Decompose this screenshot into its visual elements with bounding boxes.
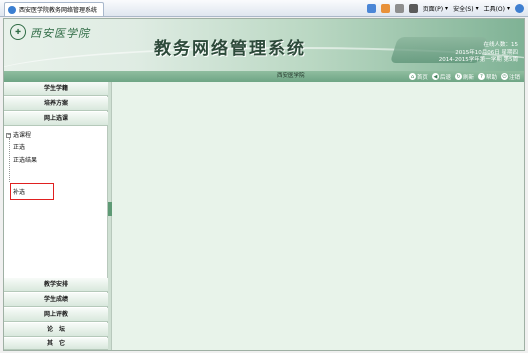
back-icon: ◀: [431, 73, 439, 80]
help-icon[interactable]: [515, 4, 524, 13]
browser-command-bar: 页面(P) ▾ 安全(S) ▾ 工具(O) ▾: [366, 2, 524, 15]
school-name: 西安医学院: [30, 27, 90, 40]
menu-student-grades[interactable]: 学生成绩: [4, 293, 108, 307]
menu-online-evaluation[interactable]: 网上评教: [4, 308, 108, 322]
menu-teaching-arrangement[interactable]: 教学安排: [4, 278, 108, 292]
quick-links: ⌂ 首页 ◀ 后退 ↻ 刷新 ? 帮助 ⏻ 注销: [408, 71, 520, 82]
logout-link[interactable]: ⏻ 注销: [500, 73, 520, 81]
app-window: ✚ 西安医学院 教务网络管理系统 在线人数：15 2015年10月06日 星期四…: [3, 18, 525, 351]
help-icon: ?: [477, 73, 485, 80]
mail-icon[interactable]: [394, 4, 404, 13]
tools-menu-button[interactable]: 工具(O) ▾: [484, 4, 510, 13]
home-link[interactable]: ⌂ 首页: [408, 73, 428, 81]
home-icon: ⌂: [408, 73, 416, 80]
tree-item-selection-results[interactable]: 正选结果: [13, 155, 37, 164]
current-date: 2015年10月06日 星期四: [455, 49, 518, 56]
menu-online-course-selection[interactable]: 网上选课: [4, 112, 108, 126]
menu-student-records[interactable]: 学生学籍: [4, 82, 108, 96]
browser-tab[interactable]: 西安医学院教务网络管理系统: [4, 2, 104, 16]
sidebar: 学生学籍 培养方案 网上选课 − 选课程 正选 正选结果 补选 教学安排 学生成绩…: [4, 82, 108, 350]
menu-other[interactable]: 其 它: [4, 338, 108, 350]
back-link[interactable]: ◀ 后退: [431, 73, 451, 81]
help-link[interactable]: ? 帮助: [477, 73, 497, 81]
browser-toolbar: 西安医学院教务网络管理系统 页面(P) ▾ 安全(S) ▾ 工具(O) ▾: [0, 0, 528, 17]
logout-icon: ⏻: [500, 73, 508, 80]
system-title: 教务网络管理系统: [154, 39, 306, 59]
feeds-icon[interactable]: [380, 4, 390, 13]
refresh-link[interactable]: ↻ 刷新: [454, 73, 474, 81]
online-count: 在线人数：15: [483, 42, 519, 48]
favicon-icon: [8, 5, 16, 14]
school-logo-icon: ✚: [10, 24, 26, 40]
safety-menu-button[interactable]: 安全(S) ▾: [453, 4, 479, 13]
tab-title: 西安医学院教务网络管理系统: [19, 7, 98, 14]
college-label: 西安医学院: [277, 73, 305, 79]
menu-training-plan[interactable]: 培养方案: [4, 97, 108, 111]
home-icon[interactable]: [366, 4, 376, 13]
app-header: ✚ 西安医学院 教务网络管理系统 在线人数：15 2015年10月06日 星期四…: [4, 19, 524, 82]
menu-forum[interactable]: 论 坛: [4, 323, 108, 337]
tree-connector: [9, 138, 10, 182]
main-content: [112, 82, 524, 350]
tree-item-primary-selection[interactable]: 正选: [13, 142, 25, 151]
print-icon[interactable]: [408, 4, 418, 13]
page-menu-button[interactable]: 页面(P) ▾: [423, 4, 448, 13]
refresh-icon: ↻: [454, 73, 462, 80]
session-info: 在线人数：15 2015年10月06日 星期四 2014-2015学年第一学期 …: [439, 42, 518, 65]
current-term: 2014-2015学年第一学期 第5周: [438, 57, 518, 63]
highlight-box: [10, 183, 54, 200]
